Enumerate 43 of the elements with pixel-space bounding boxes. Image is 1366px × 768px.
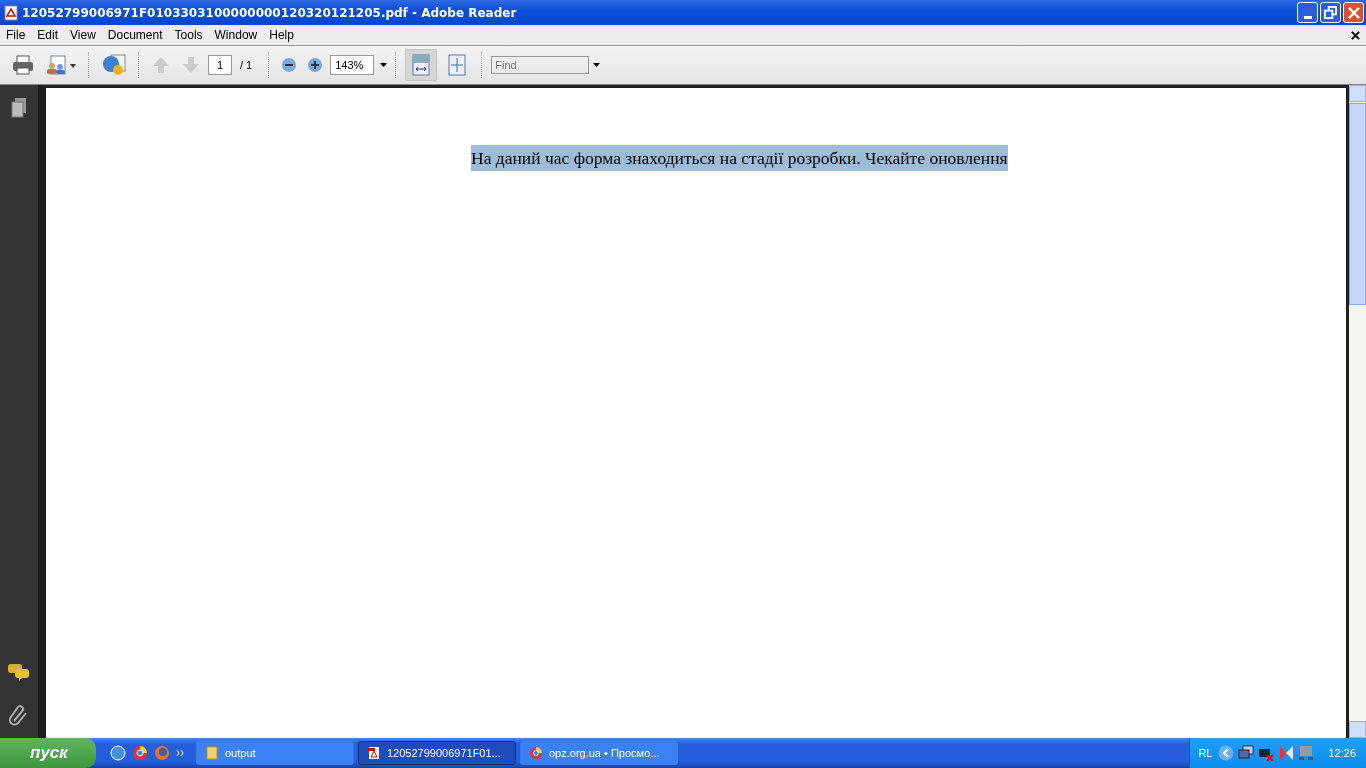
monitor-icon[interactable] <box>1298 745 1315 761</box>
browser-icon <box>529 746 543 760</box>
globe-icon[interactable] <box>110 745 126 761</box>
document-text: На даний час форма знаходиться на стадії розробки. Чекайте оновлення <box>471 145 1008 171</box>
menu-item[interactable]: Tools <box>168 28 209 42</box>
caret-icon[interactable] <box>593 63 601 67</box>
fit-width-icon <box>412 54 431 76</box>
browser-icon[interactable] <box>132 745 148 761</box>
restore-button[interactable] <box>1320 2 1341 23</box>
vertical-scrollbar[interactable] <box>1349 85 1366 738</box>
restore-icon <box>1324 6 1337 19</box>
chevron-left-icon[interactable] <box>1218 745 1235 761</box>
menu-item[interactable]: Document <box>101 28 169 42</box>
network-icon[interactable] <box>1238 745 1255 761</box>
menu-item[interactable]: Help <box>263 28 300 42</box>
menu-item[interactable]: File <box>0 28 32 42</box>
menu-item[interactable]: Window <box>208 28 264 42</box>
taskbar-button[interactable]: opz.org.ua • Просмо... <box>520 741 678 765</box>
menu-item[interactable]: Edit <box>31 28 65 42</box>
pages-icon[interactable] <box>10 97 28 119</box>
pdf-file-icon <box>4 4 18 21</box>
taskbar-button[interactable]: output <box>196 741 354 765</box>
minimize-button[interactable] <box>1297 2 1318 23</box>
comments-icon[interactable] <box>7 662 31 682</box>
page-number-field[interactable]: 1 <box>208 55 232 75</box>
close-icon <box>1347 6 1360 19</box>
fit-page-icon <box>448 54 467 76</box>
caret-icon[interactable] <box>380 63 388 67</box>
find-field[interactable]: Find <box>491 56 590 74</box>
clock: 12:26 <box>1328 747 1356 759</box>
minimize-icon <box>1303 15 1312 19</box>
chevron-icon[interactable] <box>176 749 184 757</box>
folder-icon <box>205 746 219 760</box>
paperclip-icon[interactable] <box>9 704 29 726</box>
close-icon[interactable] <box>1351 30 1360 40</box>
menu-item[interactable]: View <box>64 28 102 42</box>
taskbar-button[interactable]: 12052799006971F01... <box>358 741 516 765</box>
pdf-file-icon <box>367 746 381 760</box>
page-total: / 1 <box>240 59 253 71</box>
window-title: 12052799006971F0103303100000000120320121205.pdf - Adobe Reader <box>22 5 518 20</box>
fit-width-button[interactable] <box>405 49 438 81</box>
close-button[interactable] <box>1343 2 1364 23</box>
zoom-field[interactable]: 143% <box>330 55 375 75</box>
